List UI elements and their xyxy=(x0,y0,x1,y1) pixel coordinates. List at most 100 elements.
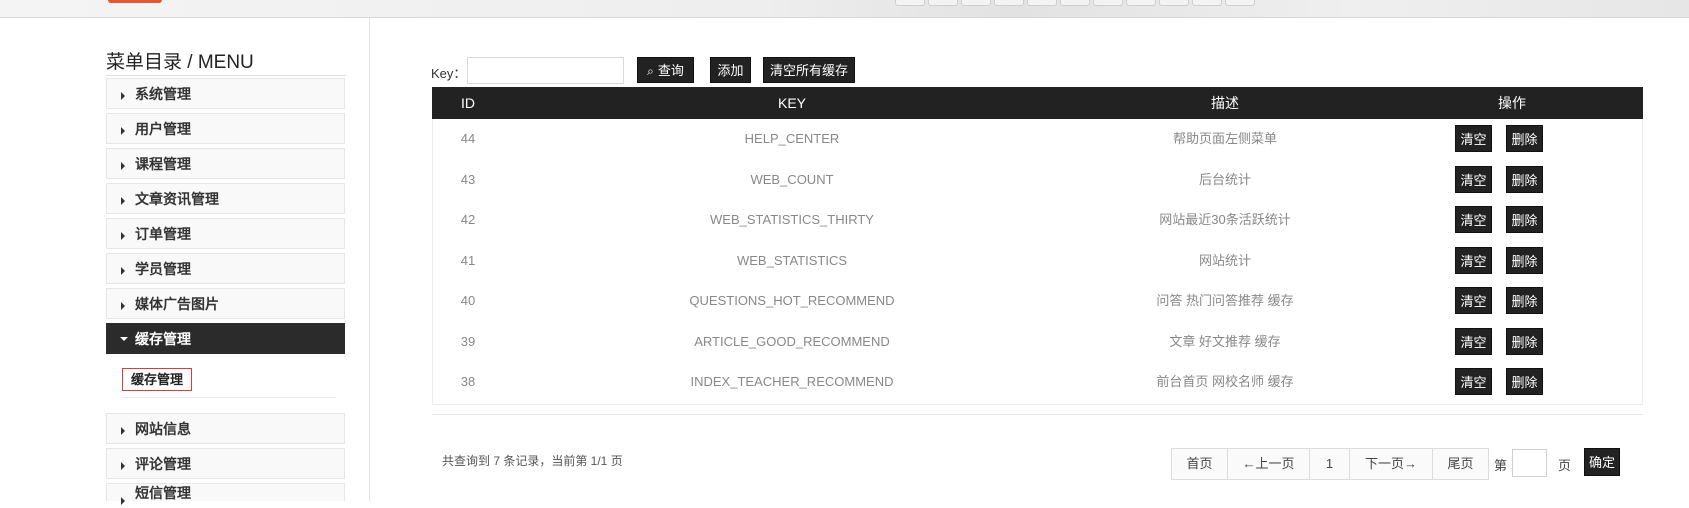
table-row: 41 WEB_STATISTICS 网站统计 清空 删除 xyxy=(432,241,1643,281)
delete-button[interactable]: 删除 xyxy=(1506,368,1543,395)
sidebar-item-label: 媒体广告图片 xyxy=(135,296,219,312)
brand-logo[interactable] xyxy=(108,0,162,3)
table-header: ID KEY 描述 操作 xyxy=(432,87,1643,119)
banner-decoration xyxy=(1126,0,1156,6)
caret-right-icon xyxy=(121,92,125,100)
banner-decoration xyxy=(1225,0,1255,6)
cell-description: 前台首页 网校名师 缓存 xyxy=(1156,374,1294,389)
delete-button[interactable]: 删除 xyxy=(1506,247,1543,274)
first-page-button[interactable]: 首页 xyxy=(1171,448,1228,480)
caret-right-icon xyxy=(121,127,125,135)
menu-title: 菜单目录 / MENU xyxy=(106,52,254,73)
caret-right-icon xyxy=(121,232,125,240)
clear-button[interactable]: 清空 xyxy=(1455,166,1492,193)
table-row: 42 WEB_STATISTICS_THIRTY 网站最近30条活跃统计 清空 … xyxy=(432,200,1643,240)
column-header-id: ID xyxy=(461,95,475,111)
banner-decoration xyxy=(1192,0,1222,6)
delete-button[interactable]: 删除 xyxy=(1506,328,1543,355)
cell-description: 网站最近30条活跃统计 xyxy=(1159,212,1291,227)
sidebar-item-students[interactable]: 学员管理 xyxy=(106,253,345,284)
column-header-key: KEY xyxy=(777,95,806,111)
banner-decoration xyxy=(895,0,925,6)
table-row: 43 WEB_COUNT 后台统计 清空 删除 xyxy=(432,160,1643,200)
clear-button[interactable]: 清空 xyxy=(1455,206,1492,233)
goto-suffix-label: 页 xyxy=(1558,458,1572,473)
cell-id: 38 xyxy=(460,374,476,389)
delete-button[interactable]: 删除 xyxy=(1506,287,1543,314)
key-label: Key： xyxy=(431,66,467,81)
sidebar-item-label: 订单管理 xyxy=(135,226,191,242)
clear-button[interactable]: 清空 xyxy=(1455,125,1492,152)
sidebar-item-media-ads[interactable]: 媒体广告图片 xyxy=(106,288,345,319)
top-banner xyxy=(0,0,1689,18)
sidebar-item-comments[interactable]: 评论管理 xyxy=(106,448,345,479)
sidebar-item-courses[interactable]: 课程管理 xyxy=(106,148,345,179)
banner-decoration xyxy=(994,0,1024,6)
banner-decoration xyxy=(928,0,958,6)
sidebar-item-label: 评论管理 xyxy=(135,456,191,472)
table-row: 38 INDEX_TEACHER_RECOMMEND 前台首页 网校名师 缓存 … xyxy=(432,362,1643,402)
sidebar-item-users[interactable]: 用户管理 xyxy=(106,113,345,144)
sidebar-item-label: 短信管理 xyxy=(135,485,191,501)
banner-decoration xyxy=(1060,0,1090,6)
delete-button[interactable]: 删除 xyxy=(1506,166,1543,193)
clear-button[interactable]: 清空 xyxy=(1455,247,1492,274)
cell-description: 文章 好文推荐 缓存 xyxy=(1169,334,1281,349)
sidebar-item-system[interactable]: 系统管理 xyxy=(106,78,345,109)
record-summary: 共查询到 7 条记录，当前第 1/1 页 xyxy=(442,454,623,468)
sidebar-item-cache[interactable]: 缓存管理 xyxy=(106,323,345,354)
sidebar-item-articles[interactable]: 文章资讯管理 xyxy=(106,183,345,214)
cell-description: 问答 热门问答推荐 缓存 xyxy=(1156,293,1294,308)
cell-description: 帮助页面左侧菜单 xyxy=(1172,131,1277,146)
sidebar-item-label: 缓存管理 xyxy=(135,331,191,347)
sidebar-item-site-info[interactable]: 网站信息 xyxy=(106,413,345,444)
cell-id: 44 xyxy=(460,131,476,146)
cell-key: WEB_STATISTICS_THIRTY xyxy=(710,212,874,227)
divider xyxy=(106,75,346,76)
query-button[interactable]: ⌕ 查询 xyxy=(637,57,694,83)
column-header-actions: 操作 xyxy=(1498,95,1526,111)
sidebar-item-sms[interactable]: 短信管理 xyxy=(106,483,345,505)
caret-right-icon xyxy=(121,162,125,170)
caret-right-icon xyxy=(121,197,125,205)
confirm-page-button[interactable]: 确定 xyxy=(1584,448,1620,476)
column-header-description: 描述 xyxy=(1211,95,1239,111)
sidebar-item-orders[interactable]: 订单管理 xyxy=(106,218,345,249)
cell-key: HELP_CENTER xyxy=(744,131,840,146)
clear-button[interactable]: 清空 xyxy=(1455,368,1492,395)
cell-key: WEB_STATISTICS xyxy=(736,253,848,268)
goto-prefix-label: 第 xyxy=(1494,458,1508,473)
clear-button[interactable]: 清空 xyxy=(1455,287,1492,314)
sidebar-item-label: 课程管理 xyxy=(135,156,191,172)
sidebar-item-label: 学员管理 xyxy=(135,261,191,277)
clear-all-cache-button[interactable]: 清空所有缓存 xyxy=(763,57,855,83)
query-button-label: 查询 xyxy=(657,63,684,78)
cell-key: QUESTIONS_HOT_RECOMMEND xyxy=(689,293,895,308)
add-button[interactable]: 添加 xyxy=(710,57,751,83)
cell-id: 40 xyxy=(460,293,476,308)
cell-description: 网站统计 xyxy=(1198,253,1251,268)
cell-id: 43 xyxy=(460,172,476,187)
delete-button[interactable]: 删除 xyxy=(1506,206,1543,233)
delete-button[interactable]: 删除 xyxy=(1506,125,1543,152)
sidebar-item-label: 用户管理 xyxy=(135,121,191,137)
cell-key: INDEX_TEACHER_RECOMMEND xyxy=(690,374,894,389)
next-page-button[interactable]: 下一页→ xyxy=(1349,448,1433,480)
table-row: 40 QUESTIONS_HOT_RECOMMEND 问答 热门问答推荐 缓存 … xyxy=(432,281,1643,321)
divider xyxy=(122,397,336,398)
caret-right-icon xyxy=(121,302,125,310)
goto-page-input[interactable] xyxy=(1512,449,1547,477)
caret-right-icon xyxy=(121,267,125,275)
sidebar-item-label: 文章资讯管理 xyxy=(135,191,219,207)
last-page-button[interactable]: 尾页 xyxy=(1432,448,1489,480)
page-number-button[interactable]: 1 xyxy=(1309,448,1350,480)
clear-button[interactable]: 清空 xyxy=(1455,328,1492,355)
cell-description: 后台统计 xyxy=(1198,172,1251,187)
divider xyxy=(432,414,1643,415)
prev-page-button[interactable]: ←上一页 xyxy=(1227,448,1310,480)
table-row: 44 HELP_CENTER 帮助页面左侧菜单 清空 删除 xyxy=(432,119,1643,159)
caret-down-icon xyxy=(120,337,128,341)
key-search-input[interactable] xyxy=(467,57,624,84)
submenu-item-cache[interactable]: 缓存管理 xyxy=(122,368,193,391)
sidebar-item-label: 网站信息 xyxy=(135,421,191,437)
